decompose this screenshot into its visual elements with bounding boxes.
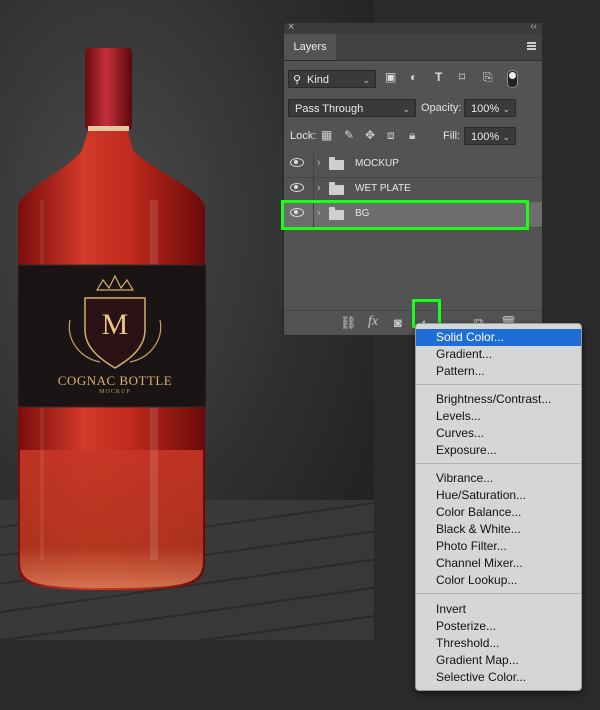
filter-kind-value: Kind <box>307 74 330 86</box>
label-sub-text: MOCKUP <box>99 389 131 395</box>
layer-name: WET PLATE <box>355 183 411 194</box>
blend-mode-value: Pass Through <box>295 103 364 115</box>
eye-icon[interactable] <box>290 183 304 192</box>
lock-row: Lock: ▦ ✎ ✥ ⧈ 🔒︎ Fill: 100% ⌄ <box>284 127 542 147</box>
lock-position-icon[interactable]: ✥ <box>365 128 375 142</box>
menu-item-photo-filter[interactable]: Photo Filter... <box>416 538 581 555</box>
filter-kind-select[interactable]: ⚲ Kind ⌄ <box>288 70 376 88</box>
menu-item-color-balance[interactable]: Color Balance... <box>416 504 581 521</box>
menu-item-hue-saturation[interactable]: Hue/Saturation... <box>416 487 581 504</box>
lock-pixels-icon[interactable]: ✎ <box>344 128 354 142</box>
layers-panel: × ‹‹ Layers ⚲ Kind ⌄ ▣ ◐ T ⌑ ⎘ Pass Thro… <box>283 21 543 336</box>
mask-icon[interactable]: ◙ <box>394 315 402 330</box>
lock-transparent-icon[interactable]: ▦ <box>321 128 332 142</box>
fx-icon[interactable]: fx <box>368 314 378 330</box>
blend-row: Pass Through ⌄ Opacity: 100% ⌄ <box>284 99 542 119</box>
layer-name: MOCKUP <box>355 158 399 169</box>
lock-artboard-icon[interactable]: ⧈ <box>387 128 395 143</box>
adjustment-filter-icon[interactable]: ◐ <box>410 70 417 84</box>
fill-value: 100% <box>471 131 500 143</box>
lock-all-icon[interactable]: 🔒︎ <box>409 128 415 143</box>
opacity-input[interactable]: 100% ⌄ <box>464 99 516 117</box>
panel-title-strip: × ‹‹ <box>284 21 542 34</box>
menu-item-selective-color[interactable]: Selective Color... <box>416 669 581 686</box>
adjustment-menu: Solid Color... Gradient... Pattern... Br… <box>415 323 582 691</box>
menu-item-solid-color[interactable]: Solid Color... <box>416 329 581 346</box>
menu-item-gradient-map[interactable]: Gradient Map... <box>416 652 581 669</box>
image-filter-icon[interactable]: ▣ <box>385 70 396 84</box>
label-brand-text: COGNAC BOTTLE <box>57 373 173 388</box>
collapse-icon[interactable]: ‹‹ <box>530 21 537 32</box>
chevron-right-icon[interactable]: › <box>317 182 321 194</box>
panel-tab-bar: Layers <box>284 34 542 61</box>
menu-separator <box>416 463 581 464</box>
close-icon[interactable]: × <box>288 21 294 33</box>
fill-label: Fill: <box>443 130 461 142</box>
filter-toggle[interactable] <box>507 70 518 88</box>
chevron-right-icon[interactable]: › <box>317 157 321 169</box>
opacity-label: Opacity: <box>421 102 462 114</box>
menu-item-pattern[interactable]: Pattern... <box>416 363 581 380</box>
menu-item-color-lookup[interactable]: Color Lookup... <box>416 572 581 589</box>
filter-row: ⚲ Kind ⌄ ▣ ◐ T ⌑ ⎘ <box>284 70 542 90</box>
menu-item-threshold[interactable]: Threshold... <box>416 635 581 652</box>
fill-input[interactable]: 100% ⌄ <box>464 127 516 145</box>
eye-icon[interactable] <box>290 158 304 167</box>
highlight-bg-layer <box>281 200 529 230</box>
opacity-value: 100% <box>471 103 500 115</box>
divider <box>313 152 314 177</box>
link-icon[interactable]: ⛓ <box>340 315 357 331</box>
blend-mode-select[interactable]: Pass Through ⌄ <box>288 99 416 117</box>
layer-row-mockup[interactable]: › MOCKUP <box>284 152 542 178</box>
menu-item-channel-mixer[interactable]: Channel Mixer... <box>416 555 581 572</box>
menu-item-exposure[interactable]: Exposure... <box>416 442 581 459</box>
menu-item-vibrance[interactable]: Vibrance... <box>416 470 581 487</box>
label-monogram: M <box>101 308 129 341</box>
panel-menu-icon[interactable] <box>527 42 536 50</box>
folder-icon <box>329 157 344 170</box>
menu-separator <box>416 593 581 594</box>
menu-item-levels[interactable]: Levels... <box>416 408 581 425</box>
menu-item-invert[interactable]: Invert <box>416 601 581 618</box>
menu-separator <box>416 384 581 385</box>
tab-layers[interactable]: Layers <box>284 34 336 60</box>
chevron-down-icon: ⌄ <box>502 132 510 142</box>
lock-label: Lock: <box>290 130 317 142</box>
chevron-down-icon: ⌄ <box>502 104 510 114</box>
menu-item-curves[interactable]: Curves... <box>416 425 581 442</box>
chevron-down-icon: ⌄ <box>362 75 370 85</box>
shape-filter-icon[interactable]: ⌑ <box>459 70 465 84</box>
menu-item-posterize[interactable]: Posterize... <box>416 618 581 635</box>
type-filter-icon[interactable]: T <box>435 70 442 84</box>
smart-object-filter-icon[interactable]: ⎘ <box>483 70 493 85</box>
chevron-down-icon: ⌄ <box>402 104 410 114</box>
menu-item-gradient[interactable]: Gradient... <box>416 346 581 363</box>
search-icon: ⚲ <box>293 74 302 86</box>
divider <box>313 177 314 202</box>
menu-item-black-white[interactable]: Black & White... <box>416 521 581 538</box>
folder-icon <box>329 182 344 195</box>
menu-item-brightness-contrast[interactable]: Brightness/Contrast... <box>416 391 581 408</box>
